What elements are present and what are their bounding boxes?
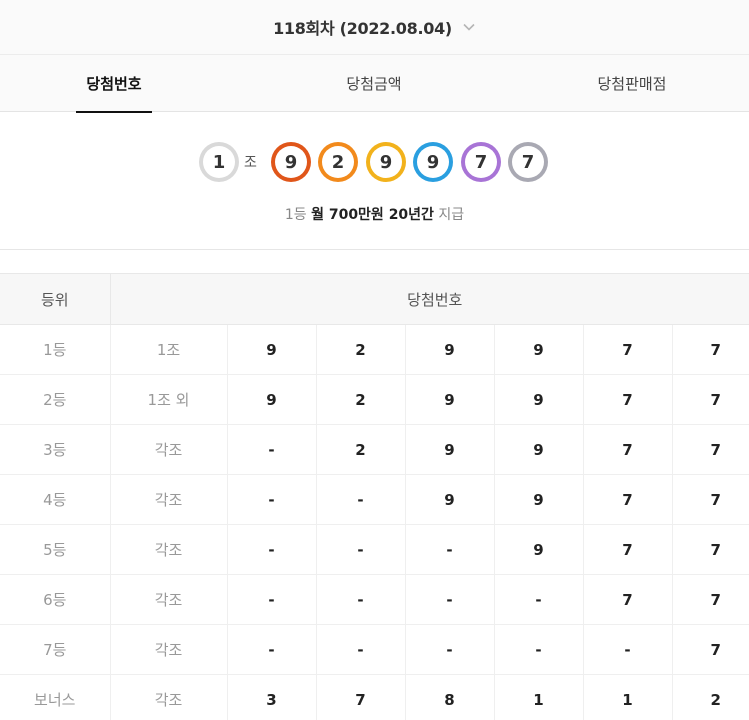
number-cell: 9 — [405, 474, 495, 525]
digit-ball: 9 — [271, 142, 311, 182]
number-cell: - — [316, 524, 406, 575]
number-cell: - — [494, 574, 584, 625]
number-cell: 7 — [583, 424, 673, 475]
number-cell: 7 — [583, 574, 673, 625]
number-cell: 9 — [494, 474, 584, 525]
rank-cell: 7등 — [0, 624, 111, 675]
group-cell: 1조 — [110, 324, 228, 375]
number-cell: 9 — [405, 374, 495, 425]
table-row: 4등 각조 - -9 9 7 7 — [0, 474, 749, 525]
number-cell: - — [316, 574, 406, 625]
number-cell: - — [405, 624, 495, 675]
tab-winning-stores[interactable]: 당첨판매점 — [570, 55, 694, 112]
number-cell: 1 — [583, 674, 673, 720]
tab-label: 당첨번호 — [86, 75, 142, 93]
number-cell: 2 — [316, 424, 406, 475]
number-cell: - — [405, 524, 495, 575]
number-cell: 8 — [405, 674, 495, 720]
number-cell: 1 — [494, 674, 584, 720]
number-cell: 7 — [583, 374, 673, 425]
number-cell: 7 — [583, 524, 673, 575]
number-cell: - — [316, 474, 406, 525]
digit-ball: 2 — [318, 142, 358, 182]
rank-cell: 5등 — [0, 524, 111, 575]
rank-cell: 4등 — [0, 474, 111, 525]
number-cell: 9 — [227, 374, 317, 425]
number-cell: 7 — [672, 424, 749, 475]
number-cell: 7 — [672, 524, 749, 575]
number-cell: - — [227, 474, 317, 525]
rank-header: 등위 — [0, 273, 111, 325]
number-cell: 7 — [672, 324, 749, 375]
number-cell: 7 — [672, 624, 749, 675]
rank-table: 등위 당첨번호 1등 1조 9 2 9 9 7 7 2등 1조 외 9 2 9 9 7 7 3등 각조 -2 9 9 7 7… — [0, 273, 749, 720]
digit-ball: 9 — [366, 142, 406, 182]
number-cell: 9 — [405, 424, 495, 475]
table-header-row: 등위 당첨번호 — [0, 273, 749, 325]
number-cell: 7 — [672, 474, 749, 525]
draw-header: 118회차 (2022.08.04) — [0, 0, 749, 55]
number-cell: 7 — [672, 574, 749, 625]
numbers-header: 당첨번호 — [110, 273, 749, 325]
prize-description: 1등 월 700만원 20년간 지급 — [284, 207, 465, 223]
digit-ball: 7 — [508, 142, 548, 182]
rank-cell: 1등 — [0, 324, 111, 375]
group-ball: 1 — [199, 142, 239, 182]
number-cell: 7 — [672, 374, 749, 425]
tab-bar: 당첨번호 당첨금액 당첨판매점 — [0, 55, 749, 113]
number-cell: 2 — [672, 674, 749, 720]
table-row: 5등 각조 - - -9 7 7 — [0, 524, 749, 575]
number-cell: 9 — [494, 424, 584, 475]
number-cell: 7 — [316, 674, 406, 720]
number-cell: - — [405, 574, 495, 625]
group-cell: 각조 — [110, 524, 228, 575]
number-cell: 2 — [316, 324, 406, 375]
winning-balls: 1 조 9 2 9 9 7 7 — [0, 142, 749, 184]
table-row: 7등 각조 - - - - -7 — [0, 624, 749, 675]
number-cell: - — [583, 624, 673, 675]
rank-cell: 2등 — [0, 374, 111, 425]
number-cell: - — [227, 624, 317, 675]
number-cell: - — [494, 624, 584, 675]
digit-ball: 7 — [461, 142, 501, 182]
number-cell: 7 — [583, 474, 673, 525]
number-cell: 9 — [494, 524, 584, 575]
number-cell: 9 — [494, 374, 584, 425]
chevron-down-icon — [463, 23, 475, 31]
group-cell: 각조 — [110, 474, 228, 525]
number-cell: - — [227, 424, 317, 475]
table-row: 보너스 각조 3 7 8 1 1 2 — [0, 674, 749, 720]
number-cell: 9 — [405, 324, 495, 375]
number-cell: 9 — [494, 324, 584, 375]
draw-title: 118회차 (2022.08.04) — [273, 19, 452, 38]
rank-cell: 3등 — [0, 424, 111, 475]
rank-cell: 보너스 — [0, 674, 111, 720]
group-suffix: 조 — [244, 155, 257, 171]
group-cell: 각조 — [110, 624, 228, 675]
number-cell: 2 — [316, 374, 406, 425]
tab-label: 당첨금액 — [346, 75, 402, 93]
number-cell: - — [316, 624, 406, 675]
number-cell: 9 — [227, 324, 317, 375]
table-row: 1등 1조 9 2 9 9 7 7 — [0, 324, 749, 375]
digit-ball: 9 — [413, 142, 453, 182]
group-cell: 각조 — [110, 574, 228, 625]
group-cell: 각조 — [110, 424, 228, 475]
group-cell: 각조 — [110, 674, 228, 720]
tab-winning-numbers[interactable]: 당첨번호 — [76, 55, 152, 113]
winning-numbers-panel: 1 조 9 2 9 9 7 7 1등 월 700만원 20년간 지급 — [0, 112, 749, 250]
group-cell: 1조 외 — [110, 374, 228, 425]
number-cell: 7 — [583, 324, 673, 375]
rank-cell: 6등 — [0, 574, 111, 625]
number-cell: 3 — [227, 674, 317, 720]
number-cell: - — [227, 574, 317, 625]
tab-label: 당첨판매점 — [597, 75, 667, 93]
tab-prize-amount[interactable]: 당첨금액 — [320, 55, 428, 112]
table-row: 3등 각조 -2 9 9 7 7 — [0, 424, 749, 475]
number-cell: - — [227, 524, 317, 575]
table-row: 2등 1조 외929977 — [0, 374, 749, 425]
table-row: 6등 각조 - - - -7 7 — [0, 574, 749, 625]
draw-select[interactable]: 118회차 (2022.08.04) — [273, 15, 476, 39]
rank-table-body: 1등 1조 9 2 9 9 7 7 2등 1조 외 9 2 9 9 7 7 3등 각조 -2 9 9 7 7 4등 각조 - -9 9… — [0, 324, 749, 720]
